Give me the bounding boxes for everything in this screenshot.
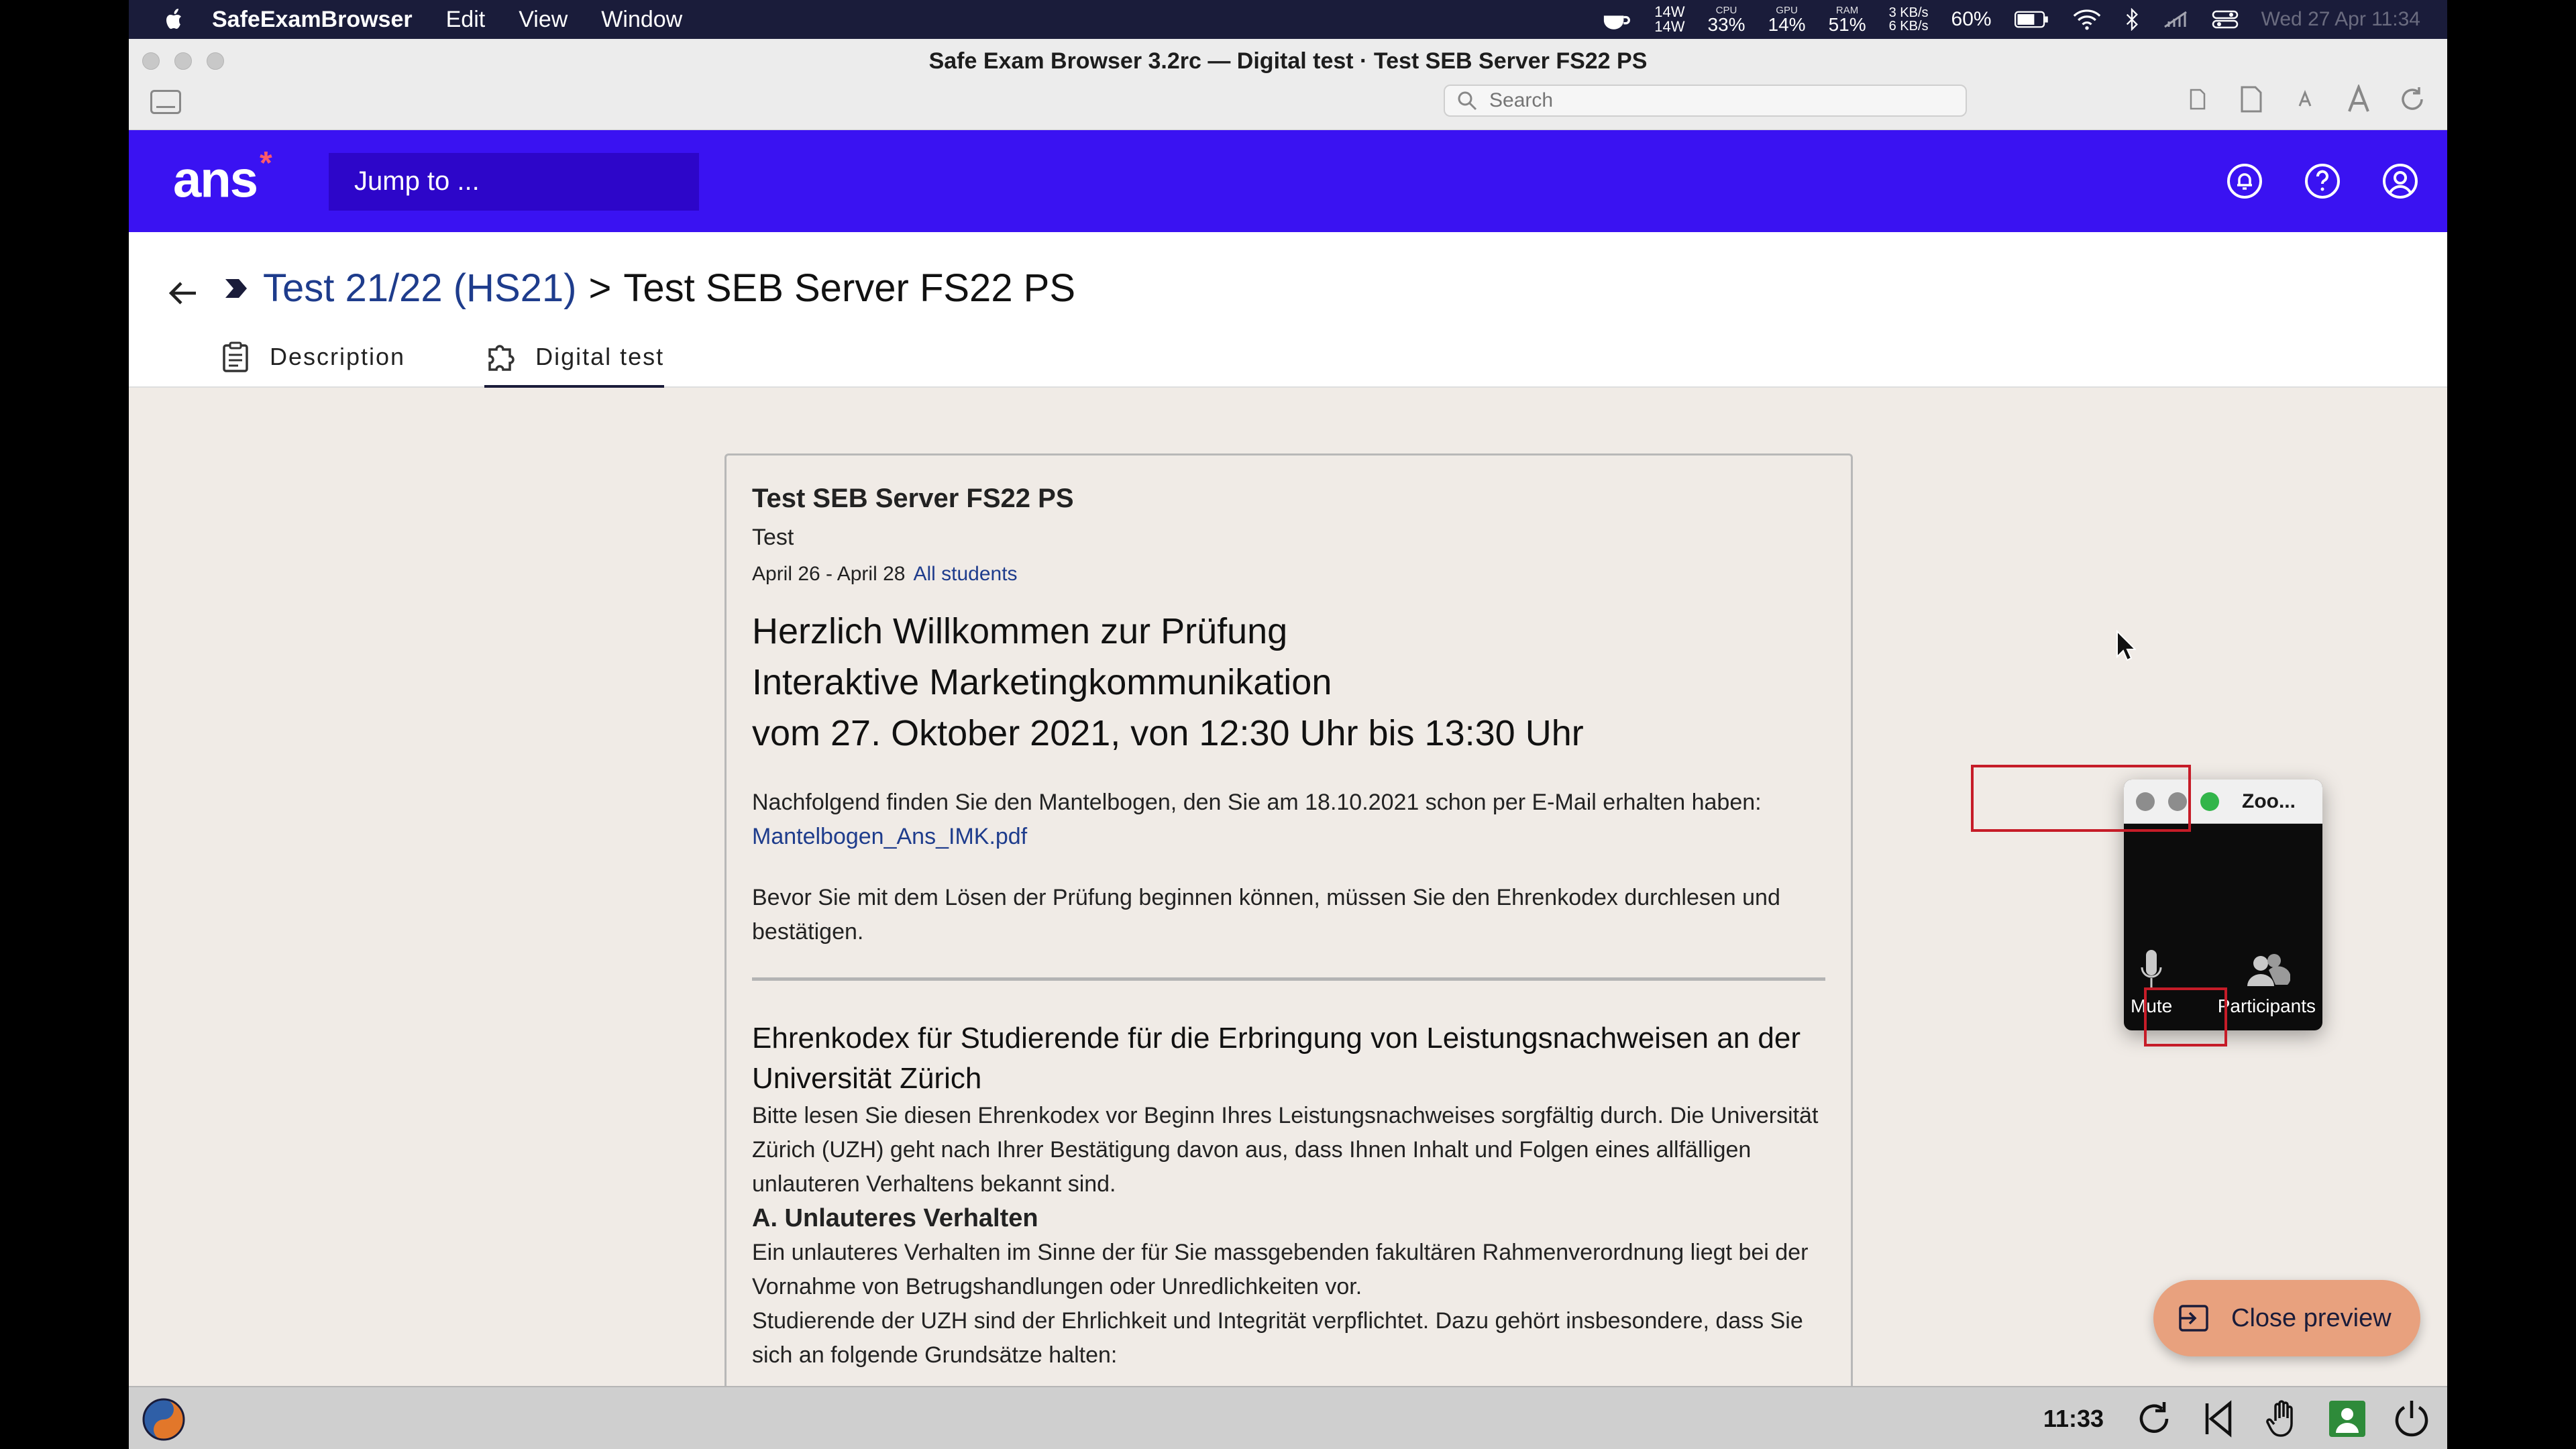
exit-preview-icon (2179, 1305, 2208, 1332)
code-intro: Bitte lesen Sie diesen Ehrenkodex vor Be… (752, 1103, 1819, 1197)
taskbar-controls: 11:33 (2043, 1387, 2432, 1449)
close-preview-button[interactable]: Close preview (2153, 1280, 2420, 1356)
menu-view[interactable]: View (519, 7, 568, 33)
section-a-text: Ein unlauteres Verhalten im Sinne der fü… (752, 1240, 1809, 1299)
date-range: April 26 - April 28 (752, 563, 906, 585)
highlight-box-corner (2144, 987, 2227, 1046)
page-zoom-out-icon[interactable] (2183, 85, 2212, 114)
menu-window[interactable]: Window (601, 7, 682, 33)
mouse-cursor-icon (2116, 630, 2136, 661)
tab-digital-test-label: Digital test (535, 343, 665, 370)
account-icon[interactable] (2380, 161, 2420, 201)
coffee-icon[interactable] (1601, 8, 1631, 31)
welcome-line-2: Interaktive Marketingkommunikation (752, 662, 1332, 702)
menu-app-name[interactable]: SafeExamBrowser (212, 7, 413, 33)
menu-clock[interactable]: Wed 27 Apr 11:34 (2261, 8, 2420, 31)
search-icon (1458, 91, 1477, 111)
logo-text: ans (173, 151, 258, 209)
breadcrumb-separator: > (588, 266, 612, 310)
apple-icon[interactable] (161, 6, 188, 33)
proctoring-icon[interactable] (2326, 1398, 2368, 1440)
search-input[interactable] (1489, 89, 1945, 112)
battery-percent[interactable]: 60% (1951, 8, 1992, 31)
puzzle-icon (488, 345, 515, 371)
power-icon[interactable] (2391, 1398, 2432, 1440)
reload-icon[interactable] (2398, 85, 2427, 114)
participants-button[interactable]: Participants (2218, 947, 2316, 1017)
welcome-heading: Herzlich Willkommen zur Prüfung Interakt… (752, 606, 1825, 759)
tab-description[interactable]: Description (219, 326, 405, 388)
intro-text: Nachfolgend finden Sie den Mantelbogen, … (752, 790, 1762, 815)
logo-asterisk: * (259, 146, 272, 181)
window-titlebar: Safe Exam Browser 3.2rc — Digital test ·… (129, 39, 2447, 130)
wifi-icon[interactable] (2072, 9, 2102, 30)
page-header: Test 21/22 (HS21) > Test SEB Server FS22… (129, 232, 2447, 388)
battery-icon[interactable] (2014, 10, 2049, 29)
close-preview-label: Close preview (2231, 1303, 2392, 1332)
help-icon[interactable] (2302, 161, 2343, 201)
breadcrumb-parent-link[interactable]: Test 21/22 (HS21) (263, 266, 576, 311)
code-heading: Ehrenkodex für Studierende für die Erbri… (752, 1022, 1801, 1095)
seb-window: Safe Exam Browser 3.2rc — Digital test ·… (129, 39, 2447, 1449)
test-card: Test SEB Server FS22 PS Test April 26 - … (724, 453, 1853, 1386)
taskbar-clock: 11:33 (2043, 1405, 2104, 1432)
participants-icon (2247, 954, 2290, 986)
bluetooth-icon[interactable] (2125, 8, 2139, 31)
app-header: ans* Jump to ... (129, 130, 2447, 232)
zoom-title: Zoo... (2242, 790, 2296, 812)
breadcrumb-chevron-icon (225, 278, 247, 298)
test-dates: April 26 - April 28 All students (752, 563, 1825, 586)
zoom-expand-button[interactable] (2200, 792, 2219, 811)
test-type: Test (752, 525, 794, 550)
gpu-stat[interactable]: GPU 14% (1768, 5, 1806, 34)
menu-edit[interactable]: Edit (446, 7, 486, 33)
window-title: Safe Exam Browser 3.2rc — Digital test ·… (928, 48, 1648, 74)
page-title: Test SEB Server FS22 PS (623, 266, 1076, 310)
ram-stat[interactable]: RAM 51% (1829, 5, 1866, 34)
text-larger-icon[interactable] (2344, 85, 2373, 114)
microphone-icon (2141, 950, 2162, 987)
menu-bar: SafeExamBrowser Edit View Window 14W 14W … (129, 0, 2447, 39)
control-center-icon[interactable] (2212, 9, 2239, 30)
power-stat[interactable]: 14W 14W (1654, 5, 1684, 34)
seb-taskbar: 11:33 (129, 1386, 2447, 1449)
reload-page-icon[interactable] (2133, 1398, 2175, 1440)
navigate-back-icon[interactable] (2198, 1398, 2239, 1440)
search-field[interactable] (1444, 85, 1967, 117)
audience-link[interactable]: All students (913, 563, 1017, 585)
ans-logo[interactable]: ans* (173, 146, 272, 209)
tab-description-label: Description (270, 343, 406, 370)
highlight-box-title (1971, 765, 2191, 832)
welcome-line-3: vom 27. Oktober 2021, von 12:30 Uhr bis … (752, 713, 1584, 753)
raise-hand-icon[interactable] (2262, 1398, 2304, 1440)
page-zoom-in-icon[interactable] (2237, 85, 2266, 114)
clipboard-icon (223, 341, 248, 372)
cpu-stat[interactable]: CPU 33% (1707, 5, 1745, 34)
seb-logo-icon[interactable] (141, 1397, 186, 1442)
text-smaller-icon[interactable] (2290, 85, 2320, 114)
network-stat[interactable]: 3 KB/s 6 KB/s (1889, 6, 1929, 33)
participants-label: Participants (2217, 996, 2316, 1016)
notice-text: Bevor Sie mit dem Lösen der Prüfung begi… (752, 885, 1780, 945)
sidebar-toggle-icon[interactable] (150, 90, 181, 114)
section-a-heading: A. Unlauteres Verhalten (752, 1204, 1038, 1232)
divider (752, 977, 1825, 981)
notifications-icon[interactable] (2224, 161, 2265, 201)
jump-to-input[interactable]: Jump to ... (329, 153, 699, 211)
main-content[interactable]: Test SEB Server FS22 PS Test April 26 - … (129, 388, 2447, 1386)
tab-digital-test[interactable]: Digital test (484, 326, 665, 388)
tab-bar: Description Digital test (219, 326, 743, 388)
welcome-line-1: Herzlich Willkommen zur Prüfung (752, 611, 1288, 651)
breadcrumb: Test 21/22 (HS21) > Test SEB Server FS22… (221, 266, 1075, 311)
test-title: Test SEB Server FS22 PS (752, 484, 1074, 513)
antenna-off-icon[interactable] (2162, 9, 2189, 30)
browser-toolbar (2183, 85, 2427, 114)
header-actions (2224, 161, 2420, 201)
back-arrow-icon[interactable] (166, 276, 200, 310)
section-a-text-2: Studierende der UZH sind der Ehrlichkeit… (752, 1308, 1803, 1368)
attachment-link[interactable]: Mantelbogen_Ans_IMK.pdf (752, 824, 1027, 849)
